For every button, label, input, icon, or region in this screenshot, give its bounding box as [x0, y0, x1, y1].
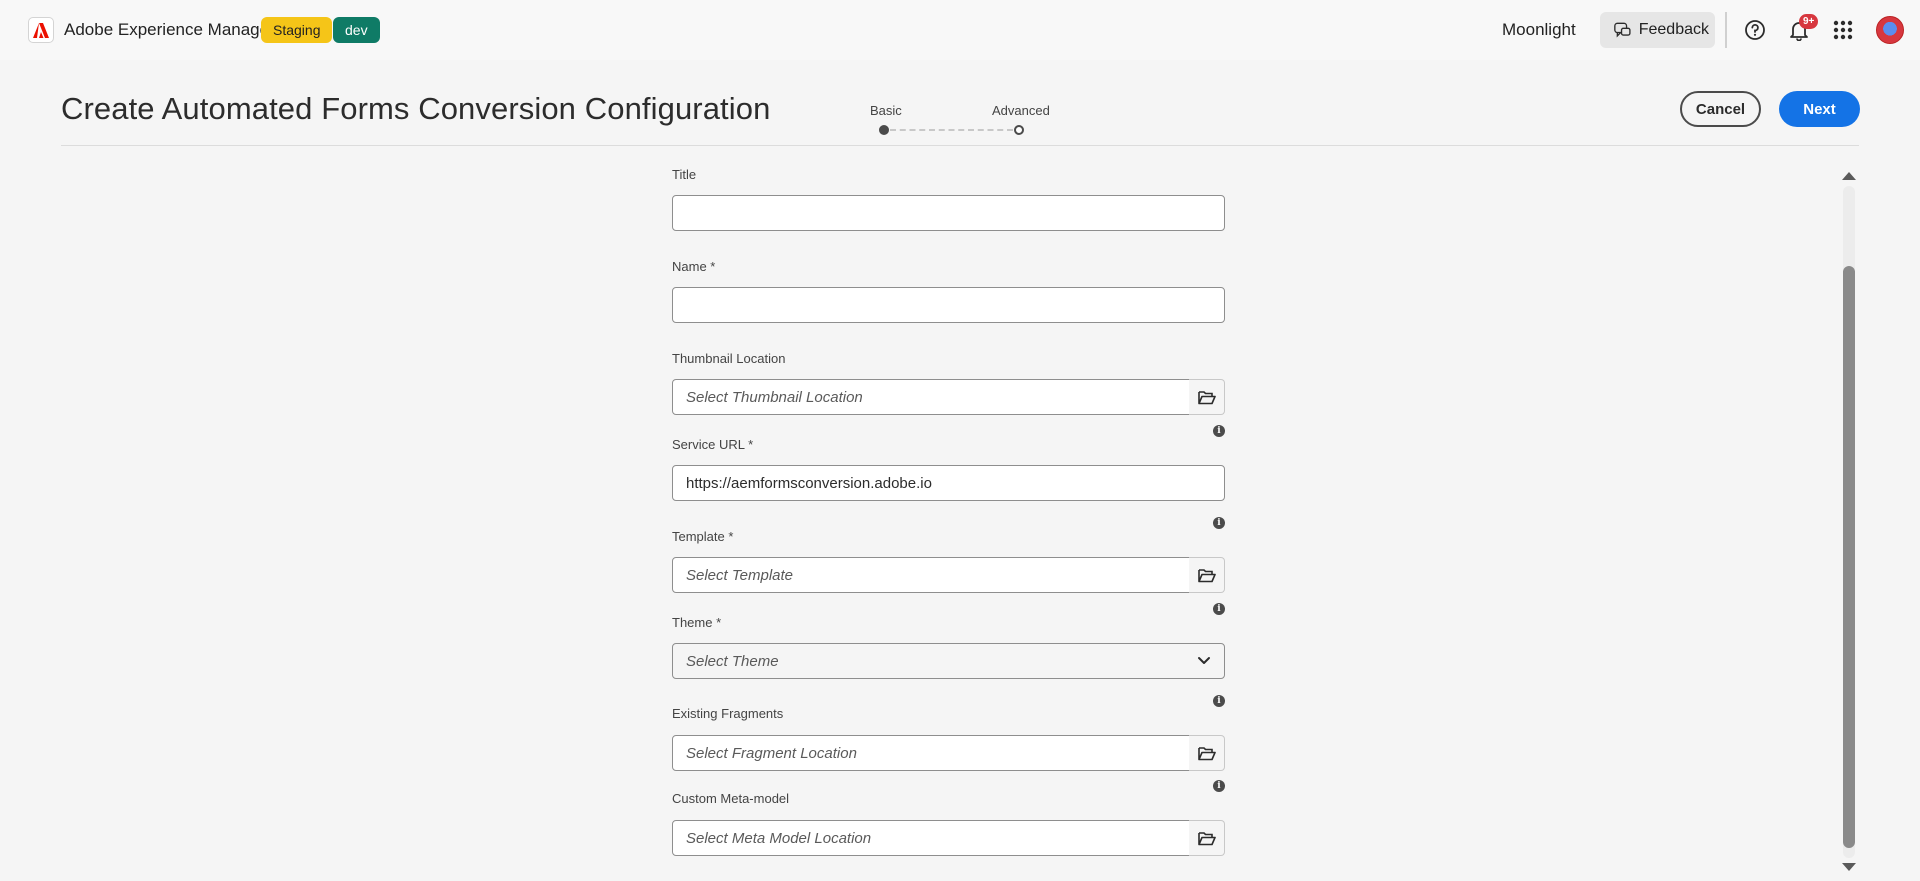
- name-label: Name *: [672, 259, 716, 274]
- wizard-step-basic-marker: [879, 125, 889, 135]
- theme-label: Theme *: [672, 615, 722, 630]
- environment-badge: Staging: [261, 17, 333, 43]
- template-browse-button[interactable]: [1189, 557, 1225, 593]
- shell-divider: [1725, 12, 1727, 48]
- scroll-down-arrow-icon[interactable]: [1841, 862, 1857, 872]
- fragments-info-icon[interactable]: i: [1213, 780, 1225, 792]
- template-input[interactable]: [672, 557, 1190, 593]
- chevron-down-icon: [1198, 657, 1210, 664]
- cancel-button[interactable]: Cancel: [1680, 91, 1761, 127]
- thumbnail-browse-button[interactable]: [1189, 379, 1225, 415]
- theme-select-value: Select Theme: [686, 652, 779, 670]
- theme-select[interactable]: Select Theme: [672, 643, 1225, 679]
- fragment-location-input[interactable]: [672, 735, 1190, 771]
- feedback-icon: [1614, 22, 1631, 38]
- name-input[interactable]: [672, 287, 1225, 323]
- feedback-button[interactable]: Feedback: [1600, 12, 1715, 48]
- wizard-step-connector: [890, 129, 1013, 131]
- program-badge: dev: [333, 17, 380, 43]
- thumbnail-location-label: Thumbnail Location: [672, 351, 786, 366]
- thumbnail-info-icon[interactable]: i: [1213, 425, 1225, 437]
- folder-icon: [1197, 746, 1216, 760]
- service-url-info-icon[interactable]: i: [1213, 517, 1225, 529]
- feedback-label: Feedback: [1638, 21, 1709, 38]
- shell-bar: Adobe Experience Manager Staging dev Moo…: [0, 0, 1920, 60]
- apps-grid-icon[interactable]: [1831, 18, 1855, 42]
- template-label: Template *: [672, 529, 734, 544]
- page-title: Create Automated Forms Conversion Config…: [61, 91, 771, 126]
- help-icon[interactable]: [1743, 18, 1767, 42]
- next-button[interactable]: Next: [1779, 91, 1860, 127]
- avatar[interactable]: [1876, 16, 1904, 44]
- meta-model-browse-button[interactable]: [1189, 820, 1225, 856]
- fragment-browse-button[interactable]: [1189, 735, 1225, 771]
- folder-icon: [1197, 831, 1216, 845]
- adobe-logo-icon[interactable]: [28, 17, 54, 43]
- folder-icon: [1197, 568, 1216, 582]
- header-divider: [61, 145, 1859, 146]
- scrollbar-thumb[interactable]: [1843, 266, 1855, 848]
- custom-meta-model-label: Custom Meta-model: [672, 791, 790, 806]
- scroll-up-arrow-icon[interactable]: [1841, 171, 1857, 181]
- brand-name[interactable]: Adobe Experience Manager: [64, 20, 275, 40]
- title-input[interactable]: [672, 195, 1225, 231]
- meta-model-location-input[interactable]: [672, 820, 1190, 856]
- service-url-input[interactable]: [672, 465, 1225, 501]
- title-label: Title: [672, 167, 697, 182]
- service-url-label: Service URL *: [672, 437, 754, 452]
- existing-fragments-label: Existing Fragments: [672, 706, 784, 721]
- template-info-icon[interactable]: i: [1213, 603, 1225, 615]
- org-switcher[interactable]: Moonlight: [1502, 20, 1576, 40]
- wizard-step-basic[interactable]: Basic: [870, 103, 902, 118]
- notification-count-badge: 9+: [1799, 14, 1819, 29]
- wizard-step-advanced[interactable]: Advanced: [992, 103, 1050, 118]
- folder-icon: [1197, 390, 1216, 404]
- thumbnail-location-input[interactable]: [672, 379, 1190, 415]
- wizard-step-advanced-marker: [1014, 125, 1024, 135]
- theme-info-icon[interactable]: i: [1213, 695, 1225, 707]
